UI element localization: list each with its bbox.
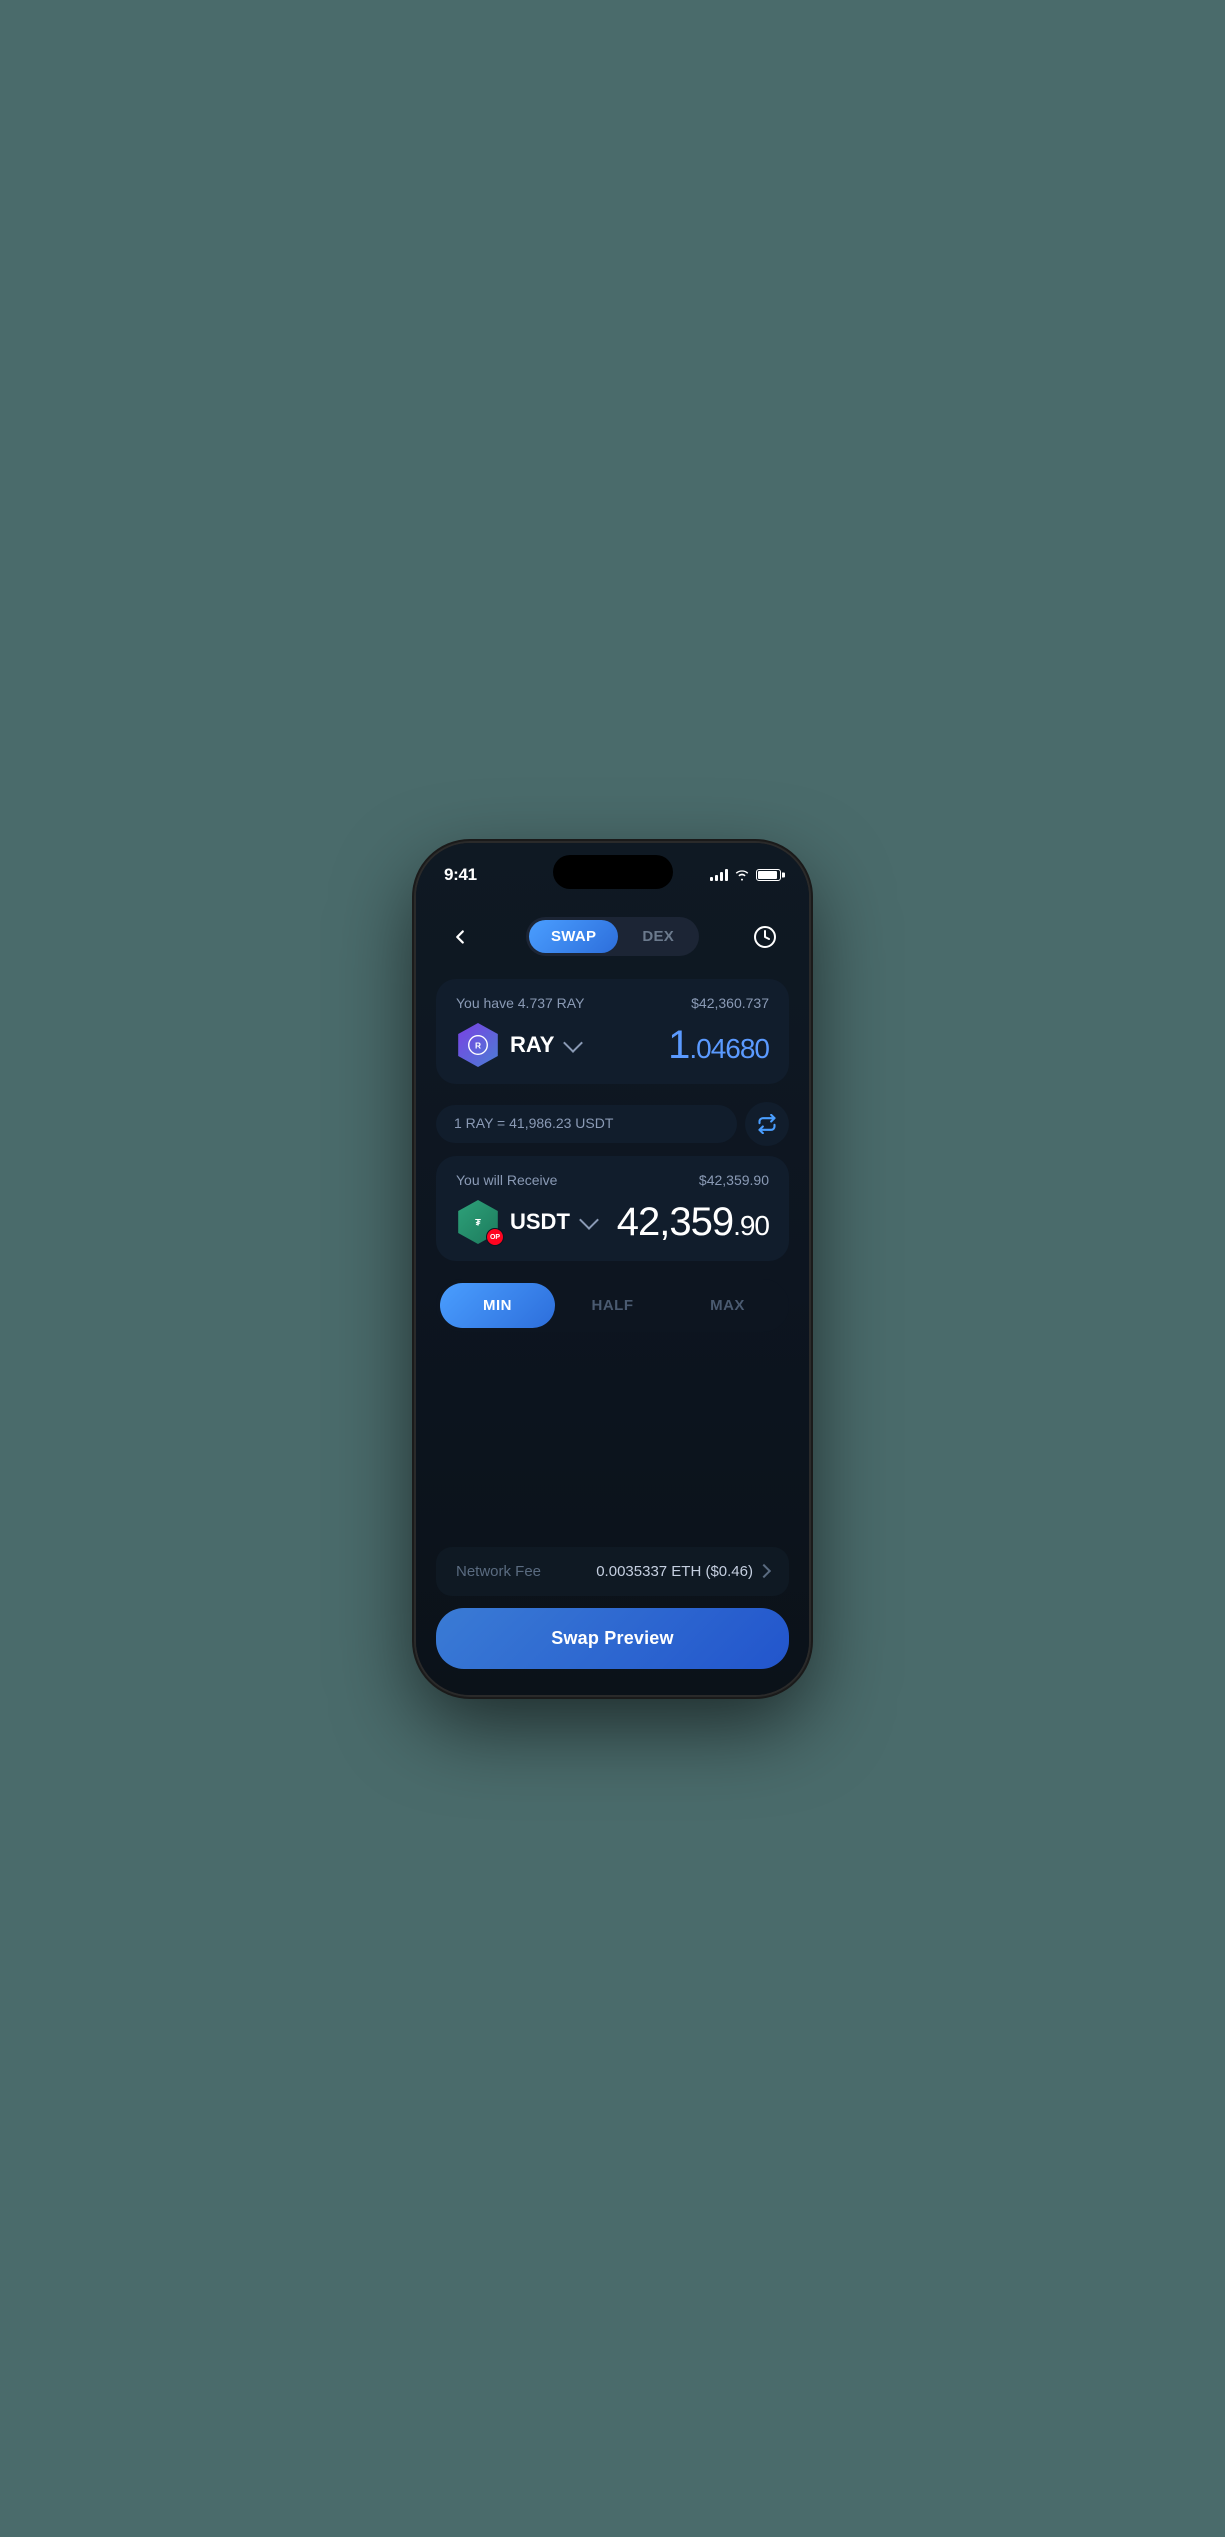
ray-token-logo: R bbox=[456, 1023, 500, 1067]
from-amount-decimal: .04680 bbox=[689, 1033, 769, 1064]
network-fee-value: 0.0035337 ETH ($0.46) bbox=[596, 1563, 769, 1580]
min-button[interactable]: MIN bbox=[440, 1283, 555, 1328]
main-content: You have 4.737 RAY $42,360.737 R bbox=[416, 969, 809, 1695]
from-header: You have 4.737 RAY $42,360.737 bbox=[456, 995, 769, 1011]
from-token-amount[interactable]: 1.04680 bbox=[668, 1023, 769, 1068]
to-token-chevron bbox=[579, 1210, 599, 1230]
usdt-token-logo-wrapper: ₮ OP bbox=[456, 1200, 500, 1244]
network-fee-row: Network Fee 0.0035337 ETH ($0.46) bbox=[456, 1563, 769, 1580]
exchange-rate-row: 1 RAY = 41,986.23 USDT bbox=[436, 1102, 789, 1146]
status-icons bbox=[710, 869, 781, 881]
from-amount-main: 1 bbox=[668, 1023, 689, 1067]
from-token-chevron bbox=[564, 1033, 584, 1053]
exchange-rate-pill: 1 RAY = 41,986.23 USDT bbox=[436, 1105, 737, 1143]
swap-reverse-button[interactable] bbox=[745, 1102, 789, 1146]
network-fee-label: Network Fee bbox=[456, 1563, 541, 1580]
op-badge: OP bbox=[486, 1228, 504, 1246]
swap-preview-button[interactable]: Swap Preview bbox=[436, 1608, 789, 1669]
status-time: 9:41 bbox=[444, 865, 477, 885]
to-token-selector[interactable]: ₮ OP USDT bbox=[456, 1200, 596, 1244]
tab-swap[interactable]: SWAP bbox=[529, 920, 618, 953]
from-section: You have 4.737 RAY $42,360.737 R bbox=[436, 979, 789, 1084]
phone-frame: 9:41 bbox=[416, 843, 809, 1695]
max-button[interactable]: MAX bbox=[670, 1283, 785, 1328]
receive-label: You will Receive bbox=[456, 1172, 557, 1188]
back-button[interactable] bbox=[440, 917, 480, 957]
tab-dex[interactable]: DEX bbox=[620, 920, 696, 953]
balance-label: You have 4.737 RAY bbox=[456, 995, 584, 1011]
to-token-name: USDT bbox=[510, 1209, 570, 1235]
amount-buttons: MIN HALF MAX bbox=[436, 1279, 789, 1332]
half-button[interactable]: HALF bbox=[555, 1283, 670, 1328]
network-fee-amount: 0.0035337 ETH ($0.46) bbox=[596, 1563, 753, 1580]
svg-text:₮: ₮ bbox=[475, 1216, 481, 1227]
receive-amount-decimal: .90 bbox=[733, 1210, 769, 1241]
spacer bbox=[436, 1348, 789, 1547]
to-header: You will Receive $42,359.90 bbox=[456, 1172, 769, 1188]
signal-icon bbox=[710, 869, 728, 881]
to-token-row: ₮ OP USDT 42,359.90 bbox=[456, 1200, 769, 1245]
from-token-selector[interactable]: R RAY bbox=[456, 1023, 580, 1067]
header: SWAP DEX bbox=[416, 901, 809, 969]
receive-amount-main: 42,359 bbox=[617, 1200, 733, 1244]
screen: 9:41 bbox=[416, 843, 809, 1695]
dynamic-island bbox=[553, 855, 673, 889]
from-token-name: RAY bbox=[510, 1032, 554, 1058]
receive-usd: $42,359.90 bbox=[699, 1172, 769, 1188]
network-fee-chevron bbox=[757, 1564, 771, 1578]
svg-text:R: R bbox=[475, 1041, 481, 1051]
from-token-row: R RAY 1.04680 bbox=[456, 1023, 769, 1068]
nav-tabs: SWAP DEX bbox=[526, 917, 699, 956]
balance-usd: $42,360.737 bbox=[691, 995, 769, 1011]
network-fee-section[interactable]: Network Fee 0.0035337 ETH ($0.46) bbox=[436, 1547, 789, 1596]
to-token-amount: 42,359.90 bbox=[617, 1200, 769, 1245]
to-section: You will Receive $42,359.90 ₮ bbox=[436, 1156, 789, 1261]
wifi-icon bbox=[734, 869, 750, 881]
history-button[interactable] bbox=[745, 917, 785, 957]
battery-icon bbox=[756, 869, 781, 881]
exchange-rate-text: 1 RAY = 41,986.23 USDT bbox=[454, 1115, 613, 1131]
